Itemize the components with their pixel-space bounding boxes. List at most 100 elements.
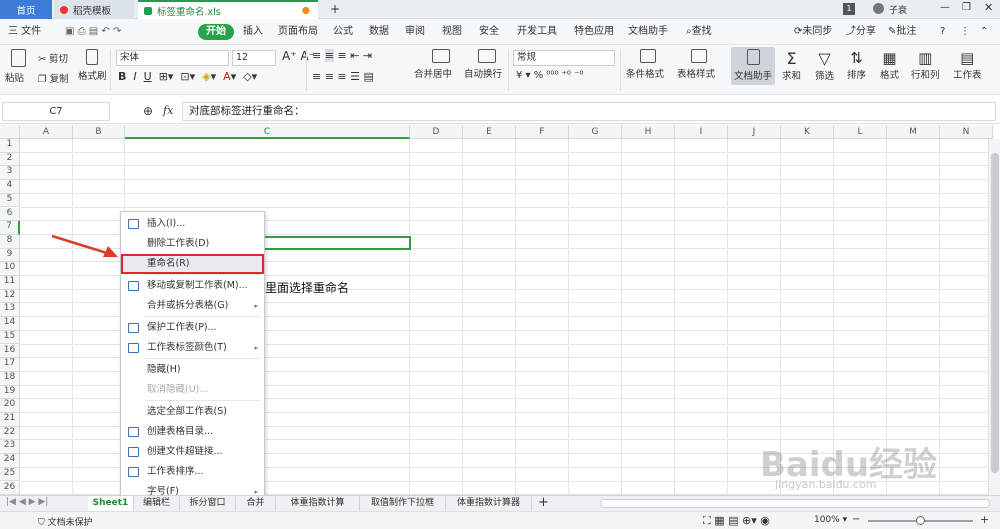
context-menu-item[interactable]: 工作表排序...	[121, 462, 264, 482]
add-sheet-button[interactable]: +	[538, 495, 549, 510]
row-header-14[interactable]: 14	[0, 317, 20, 331]
zoom-slider-thumb[interactable]	[916, 516, 925, 525]
column-header-k[interactable]: K	[781, 125, 834, 139]
font-select[interactable]: 宋体	[116, 50, 229, 66]
horizontal-scrollbar[interactable]	[600, 499, 990, 508]
row-header-3[interactable]: 3	[0, 166, 20, 181]
formula-input[interactable]: 对底部标签进行重命名：	[182, 102, 996, 121]
doc-helper-button[interactable]: 文档助手	[731, 47, 775, 85]
column-header-b[interactable]: B	[73, 125, 125, 139]
column-header-a[interactable]: A	[20, 125, 73, 139]
column-header-i[interactable]: I	[675, 125, 728, 139]
row-col-button[interactable]: ▥ 行和列	[911, 49, 940, 81]
sheet-tab-7[interactable]: 体重指数计算器	[446, 496, 532, 511]
row-header-10[interactable]: 10	[0, 262, 20, 276]
row-header-21[interactable]: 21	[0, 413, 20, 427]
sheet-tab-6[interactable]: 取值制作下拉框	[360, 496, 446, 511]
menu-view[interactable]: 视图	[442, 24, 462, 40]
wrap-text-button[interactable]: 自动换行	[464, 49, 502, 80]
context-menu-item[interactable]: 创建文件超链接...	[121, 442, 264, 462]
context-menu-item[interactable]: 创建表格目录...	[121, 422, 264, 442]
sheet-tab-3[interactable]: 拆分窗口	[180, 496, 236, 511]
sheet-tab-2[interactable]: 编辑栏	[134, 496, 180, 511]
menu-formula[interactable]: 公式	[333, 24, 353, 40]
collapse-ribbon-icon[interactable]: ⌃	[980, 24, 988, 40]
minimize-icon[interactable]: —	[940, 2, 950, 13]
menu-file[interactable]: 三 文件	[8, 24, 41, 40]
text-format-icons[interactable]: B I U ⊞▾ ⊡▾ ◈▾ A▾ ◇▾	[118, 70, 257, 83]
row-header-17[interactable]: 17	[0, 358, 20, 372]
row-header-9[interactable]: 9	[0, 248, 20, 263]
column-header-j[interactable]: J	[728, 125, 781, 139]
tab-home[interactable]: 首页	[0, 0, 52, 19]
zoom-lens-icon[interactable]: ⊕	[143, 104, 153, 118]
number-format-select[interactable]: 常规	[513, 50, 615, 66]
merge-center-button[interactable]: 合并居中	[414, 49, 452, 80]
sheet-nav-icons[interactable]: |◀ ◀ ▶ ▶|	[6, 497, 48, 507]
row-header-26[interactable]: 26	[0, 481, 20, 495]
zoom-out-icon[interactable]: −	[852, 514, 860, 525]
filter-button[interactable]: ▽ 筛选	[815, 49, 834, 82]
menu-security[interactable]: 安全	[479, 24, 499, 40]
format-button[interactable]: ▦ 格式	[880, 49, 899, 81]
close-icon[interactable]: ✕	[984, 1, 993, 14]
row-header-20[interactable]: 20	[0, 399, 20, 413]
column-header-c[interactable]: C	[125, 125, 410, 139]
cut-button[interactable]: ✂ 剪切	[38, 51, 68, 65]
row-header-15[interactable]: 15	[0, 330, 20, 345]
align-horizontal-icons[interactable]: ≡ ≡ ≡ ☰ ▤	[312, 70, 374, 83]
context-menu-item[interactable]: 插入(I)...	[121, 214, 264, 234]
column-header-d[interactable]: D	[410, 125, 463, 139]
row-header-8[interactable]: 8	[0, 234, 20, 249]
column-header-m[interactable]: M	[887, 125, 940, 139]
row-header-25[interactable]: 25	[0, 467, 20, 482]
row-header-18[interactable]: 18	[0, 371, 20, 386]
number-format-icons[interactable]: ¥ ▾ % ⁰⁰⁰ ⁺⁰ ⁻⁰	[516, 70, 583, 81]
row-header-5[interactable]: 5	[0, 193, 20, 208]
menu-features[interactable]: 特色应用	[574, 24, 614, 40]
sort-button[interactable]: ⇅ 排序	[847, 49, 866, 81]
view-mode-icons[interactable]: ⛶ ▦ ▤ ⊕▾ ◉	[703, 514, 770, 528]
menu-data[interactable]: 数据	[369, 24, 389, 40]
row-header-24[interactable]: 24	[0, 454, 20, 468]
help-icon[interactable]: ?	[940, 24, 945, 40]
sheet-tab-1[interactable]: Sheet1	[88, 496, 134, 511]
row-header-6[interactable]: 6	[0, 207, 20, 222]
select-all-corner[interactable]	[0, 125, 20, 139]
align-top-icons[interactable]: ≡ ≡ ≡ ⇤ ⇥	[312, 49, 372, 62]
column-header-n[interactable]: N	[940, 125, 993, 139]
conditional-format-button[interactable]: 条件格式	[626, 49, 664, 80]
quick-access-icons[interactable]: ▣ ⎙ ▤ ↶ ↷	[65, 26, 121, 37]
format-painter-button[interactable]: 格式刷	[78, 49, 107, 82]
column-header-e[interactable]: E	[463, 125, 516, 139]
avatar[interactable]	[873, 3, 884, 14]
menu-developer[interactable]: 开发工具	[517, 24, 557, 40]
context-menu-item[interactable]: 工作表标签颜色(T) ▸	[121, 338, 264, 358]
share-button[interactable]: ⤴分享	[846, 24, 876, 40]
sheet-tab-4[interactable]: 合并	[236, 496, 276, 511]
fx-icon[interactable]: fx	[163, 104, 173, 117]
menu-start[interactable]: 开始	[198, 24, 234, 40]
table-style-button[interactable]: 表格样式	[677, 49, 715, 80]
menu-page-layout[interactable]: 页面布局	[278, 24, 318, 40]
protect-status[interactable]: ⛉ 文档未保护	[38, 515, 93, 528]
context-menu-item[interactable]: 保护工作表(P)...	[121, 318, 264, 338]
worksheet-button[interactable]: ▤ 工作表	[953, 49, 982, 81]
column-header-f[interactable]: F	[516, 125, 569, 139]
scrollbar-thumb[interactable]	[991, 153, 999, 473]
row-header-4[interactable]: 4	[0, 180, 20, 194]
menu-doc-helper[interactable]: 文档助手	[628, 24, 668, 40]
context-menu-item[interactable]: 移动或复制工作表(M)...	[121, 276, 264, 296]
row-header-11[interactable]: 11	[0, 276, 20, 290]
context-menu-item[interactable]: 删除工作表(D)	[121, 234, 264, 254]
row-header-19[interactable]: 19	[0, 385, 20, 400]
font-grow-shrink-icons[interactable]: A⁺ A⁻	[282, 49, 315, 63]
vertical-scrollbar[interactable]	[988, 139, 1000, 495]
tab-file[interactable]: 标签重命名.xls ●	[138, 0, 318, 19]
tab-docer[interactable]: 稻壳模板	[54, 0, 134, 19]
zoom-in-icon[interactable]: +	[980, 513, 989, 526]
copy-button[interactable]: ❐ 复制	[38, 71, 69, 85]
name-box[interactable]: C7	[2, 102, 110, 121]
context-menu-item[interactable]: 合并或拆分表格(G) ▸	[121, 296, 264, 316]
row-header-2[interactable]: 2	[0, 152, 20, 167]
